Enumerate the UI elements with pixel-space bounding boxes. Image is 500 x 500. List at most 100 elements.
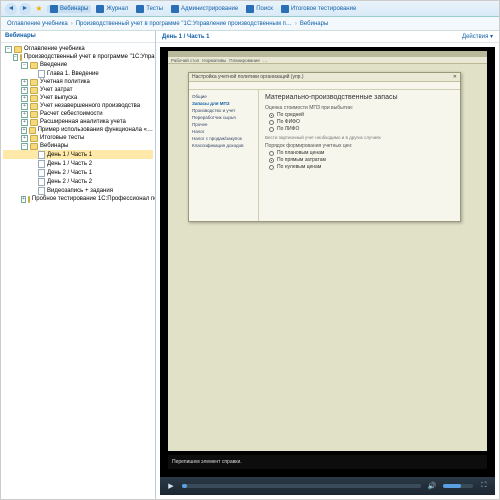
dialog-nav-item[interactable]: Запасы для МПЗ bbox=[192, 100, 255, 107]
module-icon bbox=[50, 5, 58, 13]
tree-label: Учет незавершенного производства bbox=[40, 103, 140, 109]
tree-item[interactable]: +Расширенная аналитика учета bbox=[3, 118, 153, 126]
tree-twisty-icon[interactable]: + bbox=[21, 79, 28, 86]
top-toolbar: ◄ ► ★ ВебинарыЖурналТестыАдминистрирован… bbox=[1, 1, 499, 17]
top-link[interactable]: Поиск bbox=[243, 5, 276, 13]
crumb[interactable]: Производственный учет в программе "1С:Уп… bbox=[76, 21, 292, 27]
tree-twisty-icon[interactable]: + bbox=[21, 103, 28, 110]
tree-twisty-icon[interactable]: − bbox=[5, 46, 12, 53]
tree-label: Пример использования функционала «… bbox=[38, 127, 153, 133]
tree-item[interactable]: + Итоговые тесты bbox=[3, 134, 153, 142]
top-link[interactable]: Итоговое тестирование bbox=[278, 5, 359, 13]
volume-slider[interactable] bbox=[443, 484, 473, 488]
tree-twisty-icon[interactable]: + bbox=[21, 135, 28, 142]
dialog-nav-item[interactable]: Классификация доходов bbox=[192, 142, 255, 149]
tree-item[interactable]: +Учет выпуска bbox=[3, 94, 153, 102]
top-link[interactable]: Журнал bbox=[93, 5, 131, 13]
dialog-content: Материально-производственные запасы Оцен… bbox=[259, 90, 460, 221]
tree-item[interactable]: День 2 / Часть 1 bbox=[3, 168, 153, 177]
actions-menu[interactable]: Действия ▾ bbox=[462, 33, 493, 40]
page-icon bbox=[38, 178, 45, 186]
dialog-nav[interactable]: ОбщиеЗапасы для МПЗПроизводство и учетПе… bbox=[189, 90, 259, 221]
video-canvas[interactable]: Рабочий столНормативыПланирование… Настр… bbox=[160, 47, 495, 477]
tree-twisty-icon[interactable]: + bbox=[21, 95, 28, 102]
dialog-nav-item[interactable]: Производство и учет bbox=[192, 107, 255, 114]
top-link[interactable]: Тесты bbox=[133, 5, 166, 13]
dialog-nav-item[interactable]: Общие bbox=[192, 93, 255, 100]
folder-icon bbox=[30, 95, 38, 102]
radio-option[interactable]: По ЛИФО bbox=[269, 126, 454, 132]
page-icon bbox=[38, 151, 45, 159]
tree-item[interactable]: −Производственный учет в программе "1С:У… bbox=[3, 53, 153, 61]
folder-icon bbox=[29, 127, 36, 134]
tree-twisty-icon[interactable]: + bbox=[21, 87, 28, 94]
tree-item[interactable]: + Пример использования функционала «… bbox=[3, 126, 153, 134]
fullscreen-button[interactable]: ⛶ bbox=[479, 481, 489, 491]
dialog-nav-item[interactable]: Переработчик сырья bbox=[192, 114, 255, 121]
radio-option[interactable]: По нулевым ценам bbox=[269, 164, 454, 170]
crumb[interactable]: Оглавление учебника bbox=[7, 21, 68, 27]
radio-option[interactable]: По средней bbox=[269, 112, 454, 118]
tree-item[interactable]: − Оглавление учебника bbox=[3, 45, 153, 53]
radio-option[interactable]: По ФИФО bbox=[269, 119, 454, 125]
tree-item[interactable]: Видеозапись + задания bbox=[3, 186, 153, 195]
course-tree[interactable]: −Оглавление учебника−Производственный уч… bbox=[1, 43, 155, 499]
radio-option[interactable]: По прямым затратам bbox=[269, 157, 454, 163]
seek-bar[interactable] bbox=[182, 484, 421, 488]
volume-icon[interactable]: 🔊 bbox=[427, 481, 437, 491]
module-icon bbox=[96, 5, 104, 13]
dialog-nav-item[interactable]: Налог с продаж/закупок bbox=[192, 135, 255, 142]
radio-icon bbox=[269, 127, 274, 132]
dialog-nav-item[interactable]: Налог bbox=[192, 128, 255, 135]
tree-twisty-icon[interactable]: − bbox=[13, 54, 18, 61]
tree-label: Расчет себестоимости bbox=[40, 111, 103, 117]
favorite-icon[interactable]: ★ bbox=[33, 3, 45, 15]
top-link[interactable]: Вебинары bbox=[47, 5, 91, 13]
tree-item[interactable]: + Учетная политика bbox=[3, 78, 153, 86]
radio-option[interactable]: По плановым ценам bbox=[269, 150, 454, 156]
tree-label: Оглавление учебника bbox=[24, 46, 85, 52]
tree-label: Итоговые тесты bbox=[40, 135, 84, 141]
crumb[interactable]: Вебинары bbox=[300, 21, 328, 27]
tree-item[interactable]: −Вебинары bbox=[3, 142, 153, 150]
folder-icon bbox=[14, 46, 22, 53]
page-title: День 1 / Часть 1 bbox=[162, 34, 210, 40]
tree-label: Учет затрат bbox=[40, 87, 72, 93]
tree-label: День 2 / Часть 1 bbox=[47, 170, 92, 176]
nav-back-button[interactable]: ◄ bbox=[5, 3, 17, 15]
tree-item[interactable]: −Введение bbox=[3, 61, 153, 69]
page-icon bbox=[38, 169, 45, 177]
section-heading: Материально-производственные запасы bbox=[265, 94, 454, 101]
tree-item[interactable]: + Учет затрат bbox=[3, 86, 153, 94]
module-icon bbox=[246, 5, 254, 13]
tree-twisty-icon[interactable]: + bbox=[21, 196, 26, 203]
tree-twisty-icon[interactable]: + bbox=[21, 119, 28, 126]
tree-label: Учетная политика bbox=[40, 79, 90, 85]
radio-icon bbox=[269, 113, 274, 118]
settings-dialog: Настройка учетной политики организаций (… bbox=[188, 72, 461, 222]
tree-twisty-icon[interactable]: − bbox=[21, 62, 28, 69]
radio-icon bbox=[269, 120, 274, 125]
slide-screenshot: Рабочий столНормативыПланирование… Настр… bbox=[168, 51, 487, 451]
tree-item[interactable]: День 2 / Часть 2 bbox=[3, 177, 153, 186]
close-icon[interactable]: ✕ bbox=[453, 74, 457, 80]
tree-item[interactable]: День 1 / Часть 1 bbox=[3, 150, 153, 159]
tree-twisty-icon[interactable]: + bbox=[21, 127, 27, 134]
player-controls: ▶ 🔊 ⛶ bbox=[160, 477, 495, 495]
tree-item[interactable]: + Расчет себестоимости bbox=[3, 110, 153, 118]
top-link[interactable]: Администрирование bbox=[168, 5, 241, 13]
dialog-title: Настройка учетной политики организаций (… bbox=[192, 74, 304, 80]
tree-label: День 1 / Часть 1 bbox=[47, 152, 92, 158]
tree-twisty-icon[interactable]: − bbox=[21, 143, 28, 150]
tree-twisty-icon[interactable]: + bbox=[21, 111, 28, 118]
nav-fwd-button[interactable]: ► bbox=[19, 3, 31, 15]
tree-label: Видеозапись + задания bbox=[47, 188, 113, 194]
tree-item[interactable]: +Пробное тестирование 1С:Профессионал по… bbox=[3, 195, 153, 203]
radio-icon bbox=[269, 158, 274, 163]
dialog-nav-item[interactable]: Прочее bbox=[192, 121, 255, 128]
tree-item[interactable]: Глава 1. Введение bbox=[3, 69, 153, 78]
folder-icon bbox=[30, 135, 38, 142]
tree-item[interactable]: День 1 / Часть 2 bbox=[3, 159, 153, 168]
tree-item[interactable]: + Учет незавершенного производства bbox=[3, 102, 153, 110]
play-button[interactable]: ▶ bbox=[166, 481, 176, 491]
